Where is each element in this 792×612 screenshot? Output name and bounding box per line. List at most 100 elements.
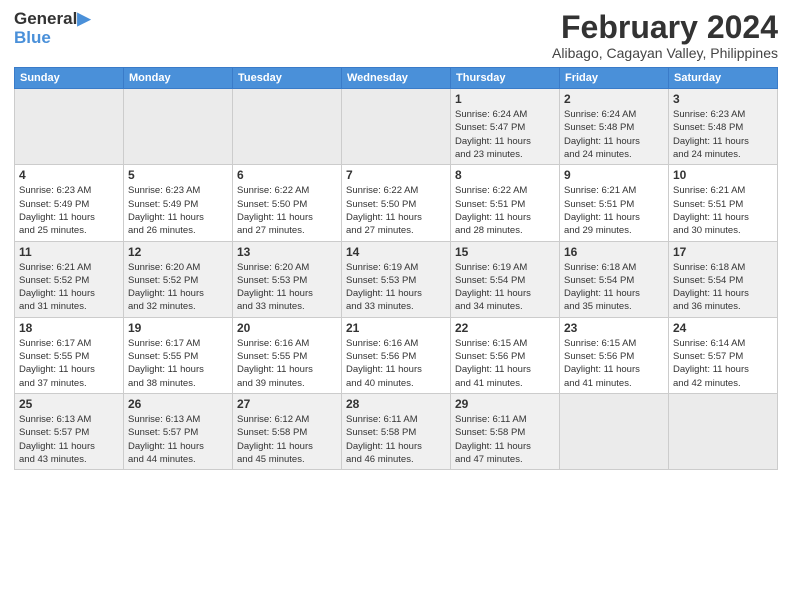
calendar-cell: 29 Sunrise: 6:11 AM Sunset: 5:58 PM Dayli…	[451, 393, 560, 469]
day-number: 5	[128, 168, 228, 182]
col-saturday: Saturday	[669, 68, 778, 89]
col-tuesday: Tuesday	[233, 68, 342, 89]
day-detail: Sunrise: 6:12 AM Sunset: 5:58 PM Dayligh…	[237, 413, 337, 466]
day-number: 21	[346, 321, 446, 335]
day-detail: Sunrise: 6:18 AM Sunset: 5:54 PM Dayligh…	[673, 261, 773, 314]
day-detail: Sunrise: 6:21 AM Sunset: 5:52 PM Dayligh…	[19, 261, 119, 314]
day-detail: Sunrise: 6:11 AM Sunset: 5:58 PM Dayligh…	[346, 413, 446, 466]
day-detail: Sunrise: 6:18 AM Sunset: 5:54 PM Dayligh…	[564, 261, 664, 314]
calendar-cell: 8 Sunrise: 6:22 AM Sunset: 5:51 PM Daylig…	[451, 165, 560, 241]
day-number: 25	[19, 397, 119, 411]
calendar-cell: 16 Sunrise: 6:18 AM Sunset: 5:54 PM Dayli…	[560, 241, 669, 317]
day-number: 27	[237, 397, 337, 411]
calendar-cell: 1 Sunrise: 6:24 AM Sunset: 5:47 PM Daylig…	[451, 89, 560, 165]
calendar-week-row: 18 Sunrise: 6:17 AM Sunset: 5:55 PM Dayli…	[15, 317, 778, 393]
day-detail: Sunrise: 6:15 AM Sunset: 5:56 PM Dayligh…	[564, 337, 664, 390]
day-detail: Sunrise: 6:24 AM Sunset: 5:48 PM Dayligh…	[564, 108, 664, 161]
day-detail: Sunrise: 6:11 AM Sunset: 5:58 PM Dayligh…	[455, 413, 555, 466]
day-detail: Sunrise: 6:19 AM Sunset: 5:53 PM Dayligh…	[346, 261, 446, 314]
day-detail: Sunrise: 6:17 AM Sunset: 5:55 PM Dayligh…	[19, 337, 119, 390]
day-number: 3	[673, 92, 773, 106]
title-area: February 2024 Alibago, Cagayan Valley, P…	[552, 10, 778, 61]
day-detail: Sunrise: 6:20 AM Sunset: 5:52 PM Dayligh…	[128, 261, 228, 314]
col-wednesday: Wednesday	[342, 68, 451, 89]
day-number: 20	[237, 321, 337, 335]
calendar-cell: 3 Sunrise: 6:23 AM Sunset: 5:48 PM Daylig…	[669, 89, 778, 165]
day-number: 16	[564, 245, 664, 259]
day-detail: Sunrise: 6:19 AM Sunset: 5:54 PM Dayligh…	[455, 261, 555, 314]
calendar-cell: 2 Sunrise: 6:24 AM Sunset: 5:48 PM Daylig…	[560, 89, 669, 165]
day-number: 14	[346, 245, 446, 259]
calendar-cell: 19 Sunrise: 6:17 AM Sunset: 5:55 PM Dayli…	[124, 317, 233, 393]
logo: General▶ Blue	[14, 10, 90, 47]
day-detail: Sunrise: 6:22 AM Sunset: 5:51 PM Dayligh…	[455, 184, 555, 237]
day-detail: Sunrise: 6:21 AM Sunset: 5:51 PM Dayligh…	[564, 184, 664, 237]
day-number: 28	[346, 397, 446, 411]
calendar-cell: 17 Sunrise: 6:18 AM Sunset: 5:54 PM Dayli…	[669, 241, 778, 317]
day-number: 23	[564, 321, 664, 335]
location-subtitle: Alibago, Cagayan Valley, Philippines	[552, 45, 778, 61]
day-detail: Sunrise: 6:21 AM Sunset: 5:51 PM Dayligh…	[673, 184, 773, 237]
calendar-cell: 7 Sunrise: 6:22 AM Sunset: 5:50 PM Daylig…	[342, 165, 451, 241]
day-detail: Sunrise: 6:16 AM Sunset: 5:55 PM Dayligh…	[237, 337, 337, 390]
day-number: 7	[346, 168, 446, 182]
day-detail: Sunrise: 6:16 AM Sunset: 5:56 PM Dayligh…	[346, 337, 446, 390]
day-detail: Sunrise: 6:22 AM Sunset: 5:50 PM Dayligh…	[237, 184, 337, 237]
day-detail: Sunrise: 6:23 AM Sunset: 5:48 PM Dayligh…	[673, 108, 773, 161]
page: General▶ Blue February 2024 Alibago, Cag…	[0, 0, 792, 612]
day-detail: Sunrise: 6:20 AM Sunset: 5:53 PM Dayligh…	[237, 261, 337, 314]
calendar-cell: 20 Sunrise: 6:16 AM Sunset: 5:55 PM Dayli…	[233, 317, 342, 393]
day-number: 9	[564, 168, 664, 182]
day-number: 2	[564, 92, 664, 106]
calendar-cell	[560, 393, 669, 469]
calendar-cell: 24 Sunrise: 6:14 AM Sunset: 5:57 PM Dayli…	[669, 317, 778, 393]
calendar-header-row: Sunday Monday Tuesday Wednesday Thursday…	[15, 68, 778, 89]
calendar-cell: 14 Sunrise: 6:19 AM Sunset: 5:53 PM Dayli…	[342, 241, 451, 317]
day-number: 1	[455, 92, 555, 106]
day-number: 19	[128, 321, 228, 335]
day-number: 24	[673, 321, 773, 335]
col-friday: Friday	[560, 68, 669, 89]
calendar-cell: 22 Sunrise: 6:15 AM Sunset: 5:56 PM Dayli…	[451, 317, 560, 393]
calendar-cell: 10 Sunrise: 6:21 AM Sunset: 5:51 PM Dayli…	[669, 165, 778, 241]
col-sunday: Sunday	[15, 68, 124, 89]
calendar-cell: 6 Sunrise: 6:22 AM Sunset: 5:50 PM Daylig…	[233, 165, 342, 241]
day-number: 8	[455, 168, 555, 182]
day-number: 13	[237, 245, 337, 259]
calendar-cell	[124, 89, 233, 165]
day-number: 15	[455, 245, 555, 259]
calendar-cell: 21 Sunrise: 6:16 AM Sunset: 5:56 PM Dayli…	[342, 317, 451, 393]
calendar-week-row: 4 Sunrise: 6:23 AM Sunset: 5:49 PM Daylig…	[15, 165, 778, 241]
calendar-cell: 5 Sunrise: 6:23 AM Sunset: 5:49 PM Daylig…	[124, 165, 233, 241]
header: General▶ Blue February 2024 Alibago, Cag…	[14, 10, 778, 61]
calendar-cell: 27 Sunrise: 6:12 AM Sunset: 5:58 PM Dayli…	[233, 393, 342, 469]
day-number: 17	[673, 245, 773, 259]
calendar-cell: 4 Sunrise: 6:23 AM Sunset: 5:49 PM Daylig…	[15, 165, 124, 241]
calendar-cell: 12Sunrise: 6:20 AM Sunset: 5:52 PM Dayli…	[124, 241, 233, 317]
day-number: 22	[455, 321, 555, 335]
day-detail: Sunrise: 6:23 AM Sunset: 5:49 PM Dayligh…	[19, 184, 119, 237]
month-year-title: February 2024	[552, 10, 778, 45]
day-detail: Sunrise: 6:17 AM Sunset: 5:55 PM Dayligh…	[128, 337, 228, 390]
calendar-cell: 15 Sunrise: 6:19 AM Sunset: 5:54 PM Dayli…	[451, 241, 560, 317]
day-number: 4	[19, 168, 119, 182]
calendar-cell: 26Sunrise: 6:13 AM Sunset: 5:57 PM Dayli…	[124, 393, 233, 469]
calendar-cell: 25Sunrise: 6:13 AM Sunset: 5:57 PM Dayli…	[15, 393, 124, 469]
col-thursday: Thursday	[451, 68, 560, 89]
calendar-cell: 23 Sunrise: 6:15 AM Sunset: 5:56 PM Dayli…	[560, 317, 669, 393]
day-detail: Sunrise: 6:15 AM Sunset: 5:56 PM Dayligh…	[455, 337, 555, 390]
calendar-cell	[669, 393, 778, 469]
calendar-cell: 18 Sunrise: 6:17 AM Sunset: 5:55 PM Dayli…	[15, 317, 124, 393]
calendar-table: Sunday Monday Tuesday Wednesday Thursday…	[14, 67, 778, 470]
day-number: 18	[19, 321, 119, 335]
day-detail: Sunrise: 6:23 AM Sunset: 5:49 PM Dayligh…	[128, 184, 228, 237]
day-detail: Sunrise: 6:24 AM Sunset: 5:47 PM Dayligh…	[455, 108, 555, 161]
day-detail: Sunrise: 6:22 AM Sunset: 5:50 PM Dayligh…	[346, 184, 446, 237]
day-number: 6	[237, 168, 337, 182]
calendar-week-row: 25Sunrise: 6:13 AM Sunset: 5:57 PM Dayli…	[15, 393, 778, 469]
day-detail: Sunrise: 6:14 AM Sunset: 5:57 PM Dayligh…	[673, 337, 773, 390]
calendar-cell	[342, 89, 451, 165]
calendar-cell	[233, 89, 342, 165]
day-number: 10	[673, 168, 773, 182]
day-number: 29	[455, 397, 555, 411]
